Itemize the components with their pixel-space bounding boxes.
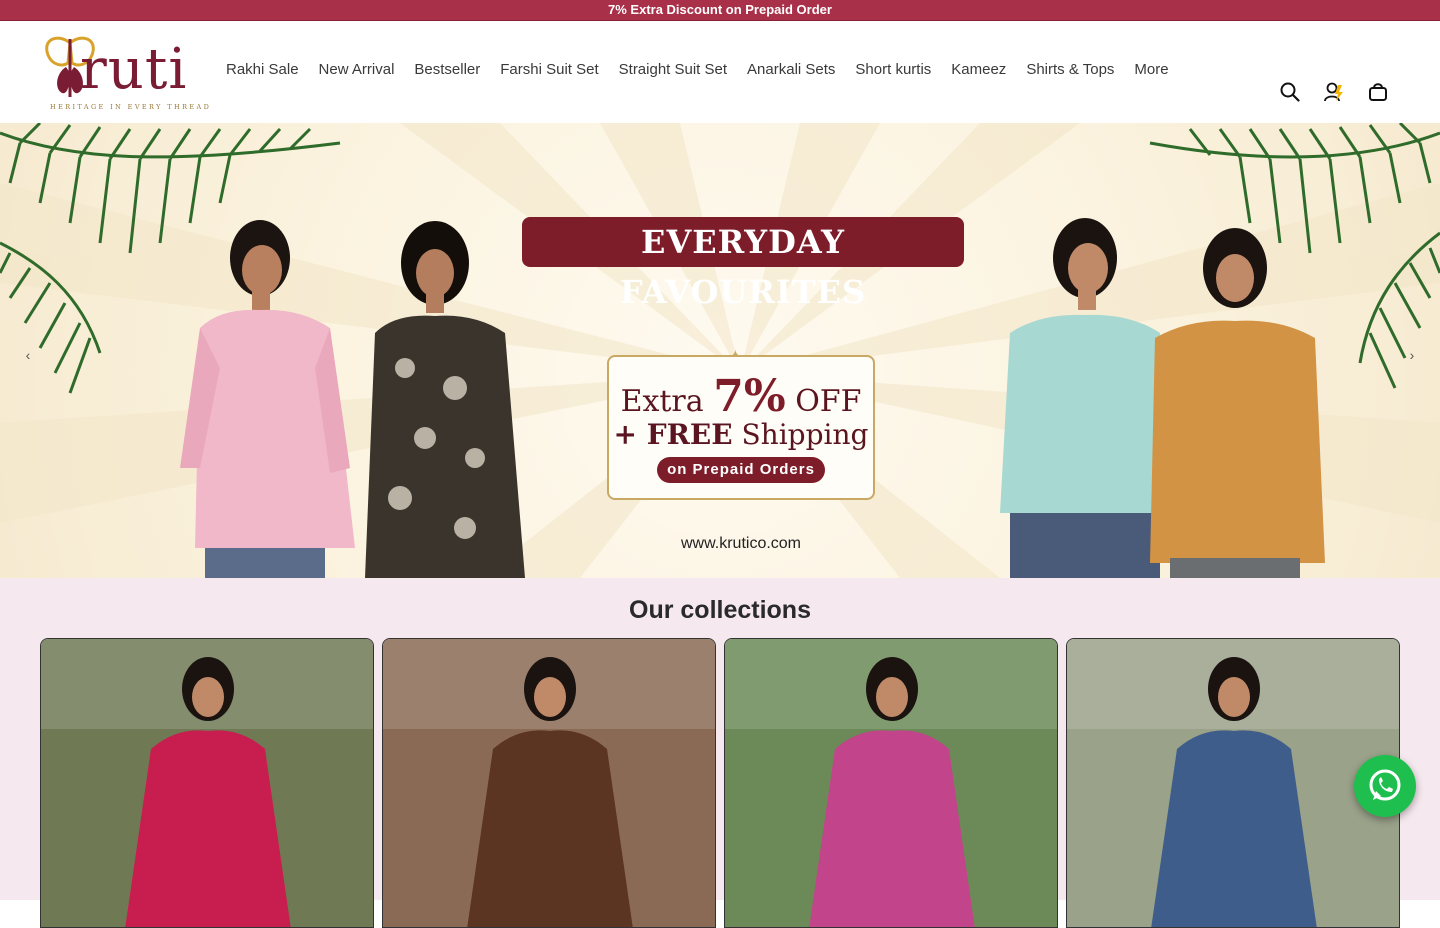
brand-tagline: HERITAGE IN EVERY THREAD bbox=[50, 103, 212, 111]
collection-photo bbox=[383, 639, 715, 927]
collection-card[interactable] bbox=[1066, 638, 1400, 928]
announcement-text: 7% Extra Discount on Prepaid Order bbox=[608, 2, 832, 17]
nav-shirts-tops[interactable]: Shirts & Tops bbox=[1016, 61, 1124, 78]
offer-shipping: Shipping bbox=[741, 418, 869, 451]
collection-photo bbox=[1067, 639, 1399, 927]
offer-extra-line: Extra 7% OFF bbox=[609, 371, 873, 422]
account-icon[interactable] bbox=[1322, 80, 1346, 104]
nav-kameez[interactable]: Kameez bbox=[941, 61, 1016, 78]
collection-photo bbox=[41, 639, 373, 927]
collection-cards bbox=[40, 638, 1400, 928]
carousel-prev-button[interactable]: ‹ bbox=[14, 341, 42, 369]
nav-rakhi-sale[interactable]: Rakhi Sale bbox=[216, 61, 309, 78]
model-mustard-top bbox=[1150, 228, 1325, 578]
announcement-bar: 7% Extra Discount on Prepaid Order bbox=[0, 0, 1440, 21]
offer-off: OFF bbox=[795, 384, 862, 419]
collection-photo bbox=[725, 639, 1057, 927]
hero-title: EVERYDAY FAVOURITES bbox=[522, 217, 964, 311]
carousel-next-button[interactable]: › bbox=[1398, 341, 1426, 369]
nav-straight-suit-set[interactable]: Straight Suit Set bbox=[609, 61, 737, 78]
offer-extra: Extra bbox=[620, 384, 704, 419]
offer-badge: Extra 7% OFF + FREE Shipping on Prepaid … bbox=[607, 355, 875, 500]
model-pink-kurti bbox=[180, 220, 355, 578]
cart-icon[interactable] bbox=[1366, 80, 1390, 104]
offer-shipping-line: + FREE Shipping bbox=[609, 418, 873, 451]
collection-card[interactable] bbox=[40, 638, 374, 928]
brand-logo[interactable]: ruti HERITAGE IN EVERY THREAD bbox=[40, 33, 212, 111]
offer-free: + FREE bbox=[613, 418, 733, 451]
whatsapp-chat-button[interactable] bbox=[1354, 755, 1416, 817]
collection-card[interactable] bbox=[382, 638, 716, 928]
nav-new-arrival[interactable]: New Arrival bbox=[309, 61, 405, 78]
whatsapp-icon bbox=[1369, 769, 1401, 801]
nav-short-kurtis[interactable]: Short kurtis bbox=[845, 61, 941, 78]
collections-title: Our collections bbox=[629, 596, 811, 624]
hero-banner[interactable]: EVERYDAY FAVOURITES ✦ Extra 7% OFF + FRE… bbox=[0, 123, 1440, 578]
collections-section: Our collections bbox=[0, 578, 1440, 928]
model-black-print-kurta bbox=[365, 221, 525, 578]
nav-bestseller[interactable]: Bestseller bbox=[404, 61, 490, 78]
nav-more[interactable]: More bbox=[1124, 61, 1178, 78]
header-icons bbox=[1278, 80, 1390, 104]
offer-pill: on Prepaid Orders bbox=[657, 457, 825, 483]
search-icon[interactable] bbox=[1278, 80, 1302, 104]
nav-farshi-suit-set[interactable]: Farshi Suit Set bbox=[490, 61, 608, 78]
main-nav: Rakhi Sale New Arrival Bestseller Farshi… bbox=[216, 61, 1179, 78]
offer-percent: 7% bbox=[713, 371, 786, 422]
collection-card[interactable] bbox=[724, 638, 1058, 928]
nav-anarkali-sets[interactable]: Anarkali Sets bbox=[737, 61, 845, 78]
site-header: ruti HERITAGE IN EVERY THREAD Rakhi Sale… bbox=[0, 21, 1440, 123]
brand-wordmark: ruti bbox=[80, 37, 188, 102]
hero-website: www.krutico.com bbox=[680, 535, 802, 552]
